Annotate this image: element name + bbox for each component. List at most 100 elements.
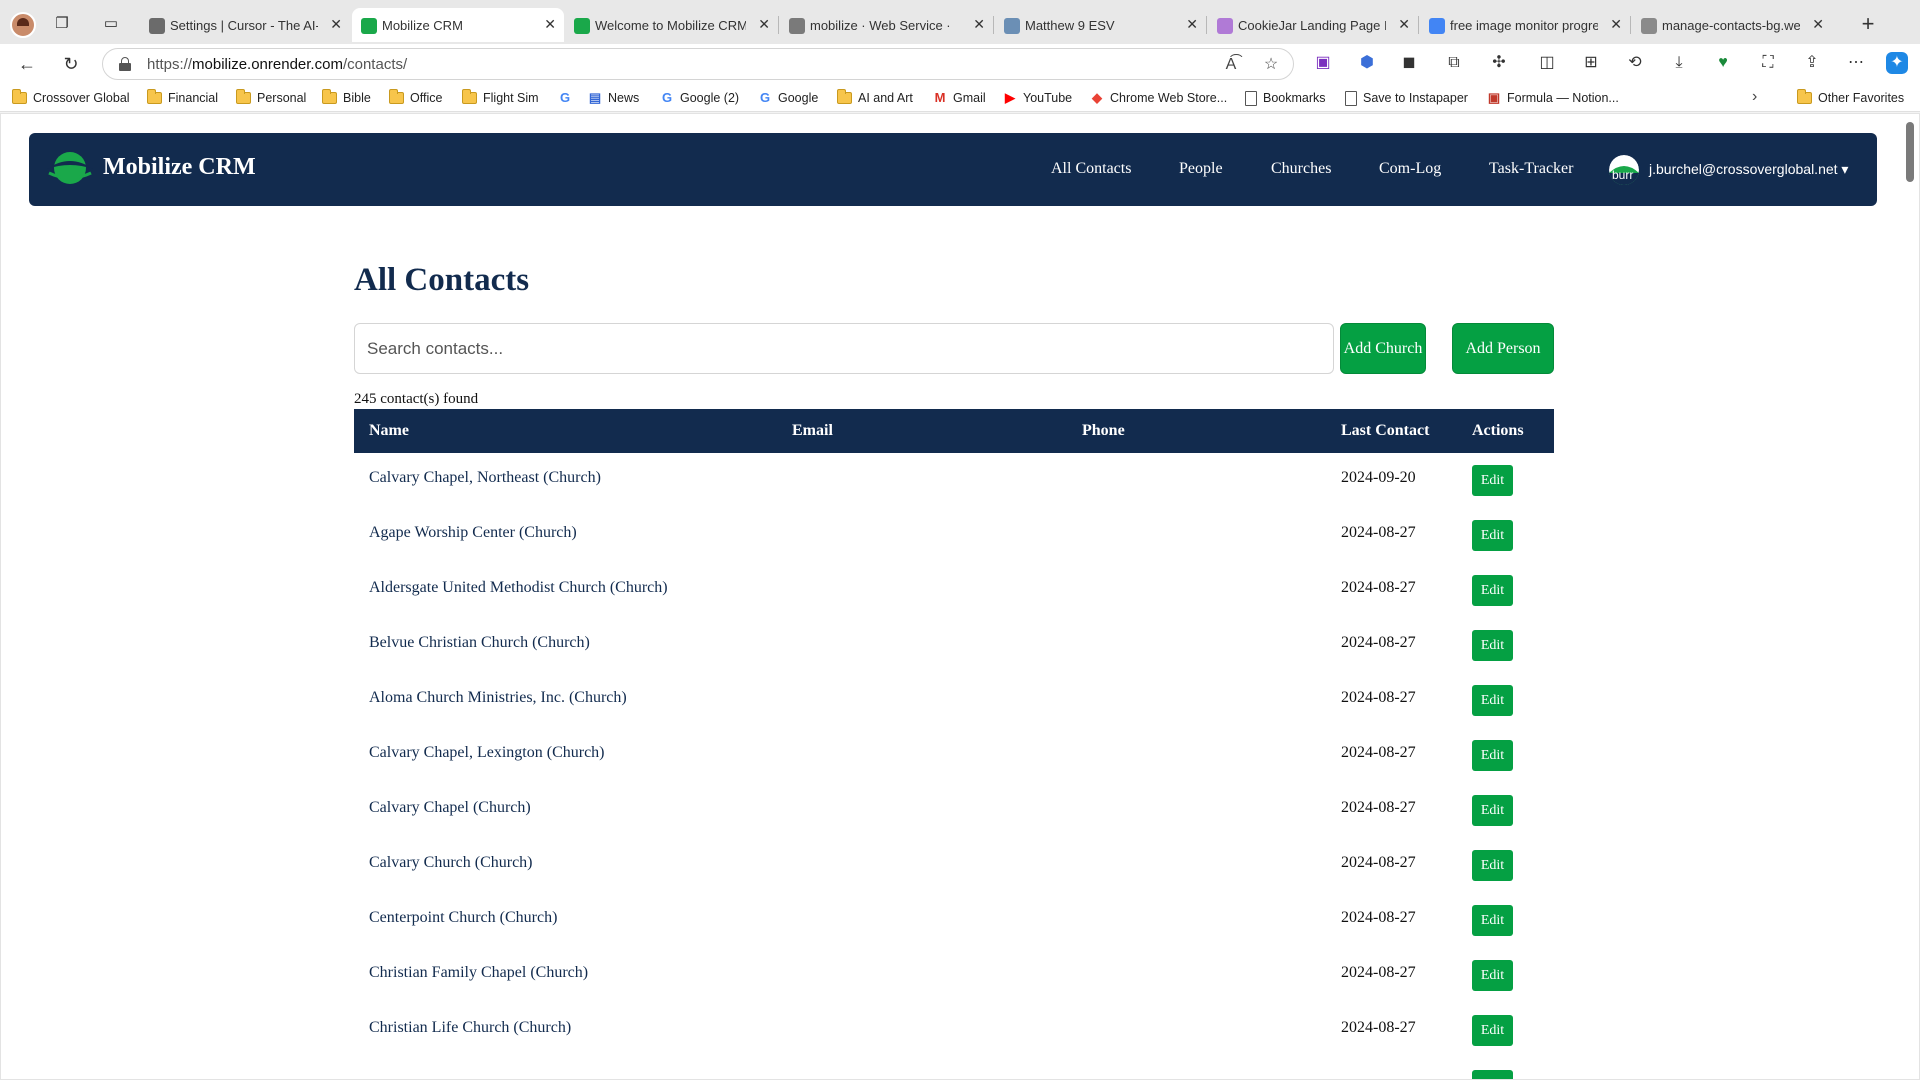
contact-name-link[interactable]: Agape Worship Center (Church) <box>369 524 577 542</box>
contact-name-link[interactable]: Calvary Church (Church) <box>369 854 533 872</box>
nav-people[interactable]: People <box>1179 160 1223 178</box>
extension-square-icon[interactable]: ◼ <box>1398 52 1420 74</box>
chevron-right-icon[interactable]: › <box>1752 88 1757 106</box>
extension-copy-icon[interactable]: ⧉ <box>1443 52 1465 74</box>
bookmark-personal[interactable]: Personal <box>236 88 306 108</box>
header-last-contact[interactable]: Last Contact <box>1341 422 1429 440</box>
nav-all-contacts[interactable]: All Contacts <box>1051 160 1131 178</box>
edit-button[interactable]: Edit <box>1472 685 1513 716</box>
edit-button[interactable]: Edit <box>1472 795 1513 826</box>
edit-button[interactable] <box>1472 1070 1513 1079</box>
bookmark-save-to-instapaper[interactable]: Save to Instapaper <box>1345 88 1468 108</box>
extensions-puzzle-icon[interactable]: ✣ <box>1488 52 1510 74</box>
bookmark-google[interactable]: G <box>558 88 578 108</box>
edit-button[interactable]: Edit <box>1472 850 1513 881</box>
close-icon[interactable]: ✕ <box>973 16 985 33</box>
contact-name-link[interactable]: Aloma Church Ministries, Inc. (Church) <box>369 689 627 707</box>
share-icon[interactable]: ⇪ <box>1801 52 1823 74</box>
header-name[interactable]: Name <box>369 422 409 440</box>
extension-hex-icon[interactable]: ⬢ <box>1356 52 1378 74</box>
address-bar[interactable]: https://mobilize.onrender.com/contacts/ … <box>102 48 1294 80</box>
add-person-button[interactable]: Add Person <box>1452 323 1554 374</box>
bookmark-gmail[interactable]: M Gmail <box>933 88 986 108</box>
user-menu-dropdown[interactable]: j.burchel@crossoverglobal.net ▾ <box>1649 161 1848 178</box>
bookmark-bible[interactable]: Bible <box>322 88 371 108</box>
contact-name-link[interactable]: Calvary Chapel, Lexington (Church) <box>369 744 605 762</box>
edit-button[interactable]: Edit <box>1472 575 1513 606</box>
edit-button[interactable]: Edit <box>1472 960 1513 991</box>
tab-manage-contacts-bg[interactable]: manage-contacts-bg.webp ✕ <box>1632 8 1832 42</box>
copilot-icon[interactable]: ✦ <box>1886 52 1908 74</box>
tab-welcome-mobilize[interactable]: Welcome to Mobilize CRM ✕ <box>565 8 778 42</box>
contact-name-link[interactable]: Aldersgate United Methodist Church (Chur… <box>369 579 668 597</box>
bookmark-financial[interactable]: Financial <box>147 88 218 108</box>
bookmark-other-favorites[interactable]: Other Favorites <box>1797 88 1904 108</box>
performance-icon[interactable]: ♥ <box>1712 52 1734 74</box>
back-arrow-icon[interactable]: ← <box>15 52 39 76</box>
bookmark-formula-notion[interactable]: ▣ Formula — Notion... <box>1487 88 1619 108</box>
nav-churches[interactable]: Churches <box>1271 160 1331 178</box>
read-aloud-icon[interactable]: A͡ <box>1221 55 1241 75</box>
tab-cookiejar-landing[interactable]: CookieJar Landing Page In ✕ <box>1208 8 1418 42</box>
history-icon[interactable]: ⟲ <box>1624 52 1646 74</box>
bookmark-google-2[interactable]: G Google (2) <box>660 88 739 108</box>
edit-button[interactable]: Edit <box>1472 520 1513 551</box>
contact-name-link[interactable]: Calvary Chapel, Northeast (Church) <box>369 469 601 487</box>
url-text[interactable]: https://mobilize.onrender.com/contacts/ <box>147 56 407 73</box>
edit-button[interactable]: Edit <box>1472 1015 1513 1046</box>
close-icon[interactable]: ✕ <box>758 16 770 33</box>
contact-name-link[interactable]: Centerpoint Church (Church) <box>369 909 557 927</box>
contact-name-link[interactable]: Christian Life Church (Church) <box>369 1019 571 1037</box>
bookmark-google[interactable]: G Google <box>758 88 818 108</box>
bookmark-ai-and-art[interactable]: AI and Art <box>837 88 913 108</box>
collections-icon[interactable]: ⊞ <box>1580 52 1602 74</box>
user-avatar[interactable]: burr <box>1609 155 1639 185</box>
nav-com-log[interactable]: Com-Log <box>1379 160 1441 178</box>
page-scrollbar[interactable] <box>1905 120 1915 1070</box>
close-icon[interactable]: ✕ <box>1398 16 1410 33</box>
edit-button[interactable]: Edit <box>1472 630 1513 661</box>
profile-avatar[interactable] <box>10 12 36 38</box>
tab-mobilize-web-service[interactable]: mobilize · Web Service · ✕ <box>780 8 993 42</box>
contact-name-link[interactable]: Christian Family Chapel (Church) <box>369 964 588 982</box>
screenshot-icon[interactable]: ⛶ <box>1757 52 1779 74</box>
bookmark-youtube[interactable]: ▶ YouTube <box>1003 88 1072 108</box>
reload-icon[interactable]: ↻ <box>59 52 83 76</box>
tab-mobilize-crm[interactable]: Mobilize CRM ✕ <box>352 8 564 42</box>
header-email[interactable]: Email <box>792 422 833 440</box>
bookmark-bookmarks[interactable]: Bookmarks <box>1245 88 1326 108</box>
contact-name-link[interactable]: Belvue Christian Church (Church) <box>369 634 590 652</box>
bookmark-office[interactable]: Office <box>389 88 442 108</box>
close-icon[interactable]: ✕ <box>1186 16 1198 33</box>
bookmark-news[interactable]: ▤ News <box>588 88 639 108</box>
split-screen-icon[interactable]: ◫ <box>1536 52 1558 74</box>
bookmark-chrome-web-store[interactable]: ◆ Chrome Web Store... <box>1090 88 1227 108</box>
mobilize-logo-icon[interactable] <box>45 149 95 187</box>
header-phone[interactable]: Phone <box>1082 422 1125 440</box>
vertical-tabs-icon[interactable]: ▭ <box>101 14 121 34</box>
close-icon[interactable]: ✕ <box>1812 16 1824 33</box>
contact-name-link[interactable]: Calvary Chapel (Church) <box>369 799 531 817</box>
tab-matthew-9-esv[interactable]: Matthew 9 ESV ✕ <box>995 8 1206 42</box>
more-menu-icon[interactable]: ⋯ <box>1845 52 1867 74</box>
brand-name[interactable]: Mobilize CRM <box>103 154 256 181</box>
search-input[interactable] <box>354 323 1334 374</box>
tab-image-monitor[interactable]: free image monitor progre ✕ <box>1420 8 1630 42</box>
downloads-icon[interactable]: ⤓ <box>1668 52 1690 74</box>
bookmark-flight-sim[interactable]: Flight Sim <box>462 88 539 108</box>
scrollbar-thumb[interactable] <box>1906 122 1914 182</box>
close-icon[interactable]: ✕ <box>1610 16 1622 33</box>
new-tab-button[interactable]: + <box>1853 10 1883 40</box>
nav-task-tracker[interactable]: Task-Tracker <box>1489 160 1573 178</box>
lock-icon[interactable] <box>119 57 131 71</box>
onenote-icon[interactable]: ▣ <box>1312 52 1334 74</box>
favorite-star-icon[interactable]: ☆ <box>1261 55 1281 75</box>
add-church-button[interactable]: Add Church <box>1340 323 1426 374</box>
close-icon[interactable]: ✕ <box>544 16 556 33</box>
close-icon[interactable]: ✕ <box>330 16 342 33</box>
edit-button[interactable]: Edit <box>1472 905 1513 936</box>
workspaces-icon[interactable]: ❐ <box>52 14 72 34</box>
bookmark-crossover-global[interactable]: Crossover Global <box>12 88 130 108</box>
edit-button[interactable]: Edit <box>1472 740 1513 771</box>
edit-button[interactable]: Edit <box>1472 465 1513 496</box>
